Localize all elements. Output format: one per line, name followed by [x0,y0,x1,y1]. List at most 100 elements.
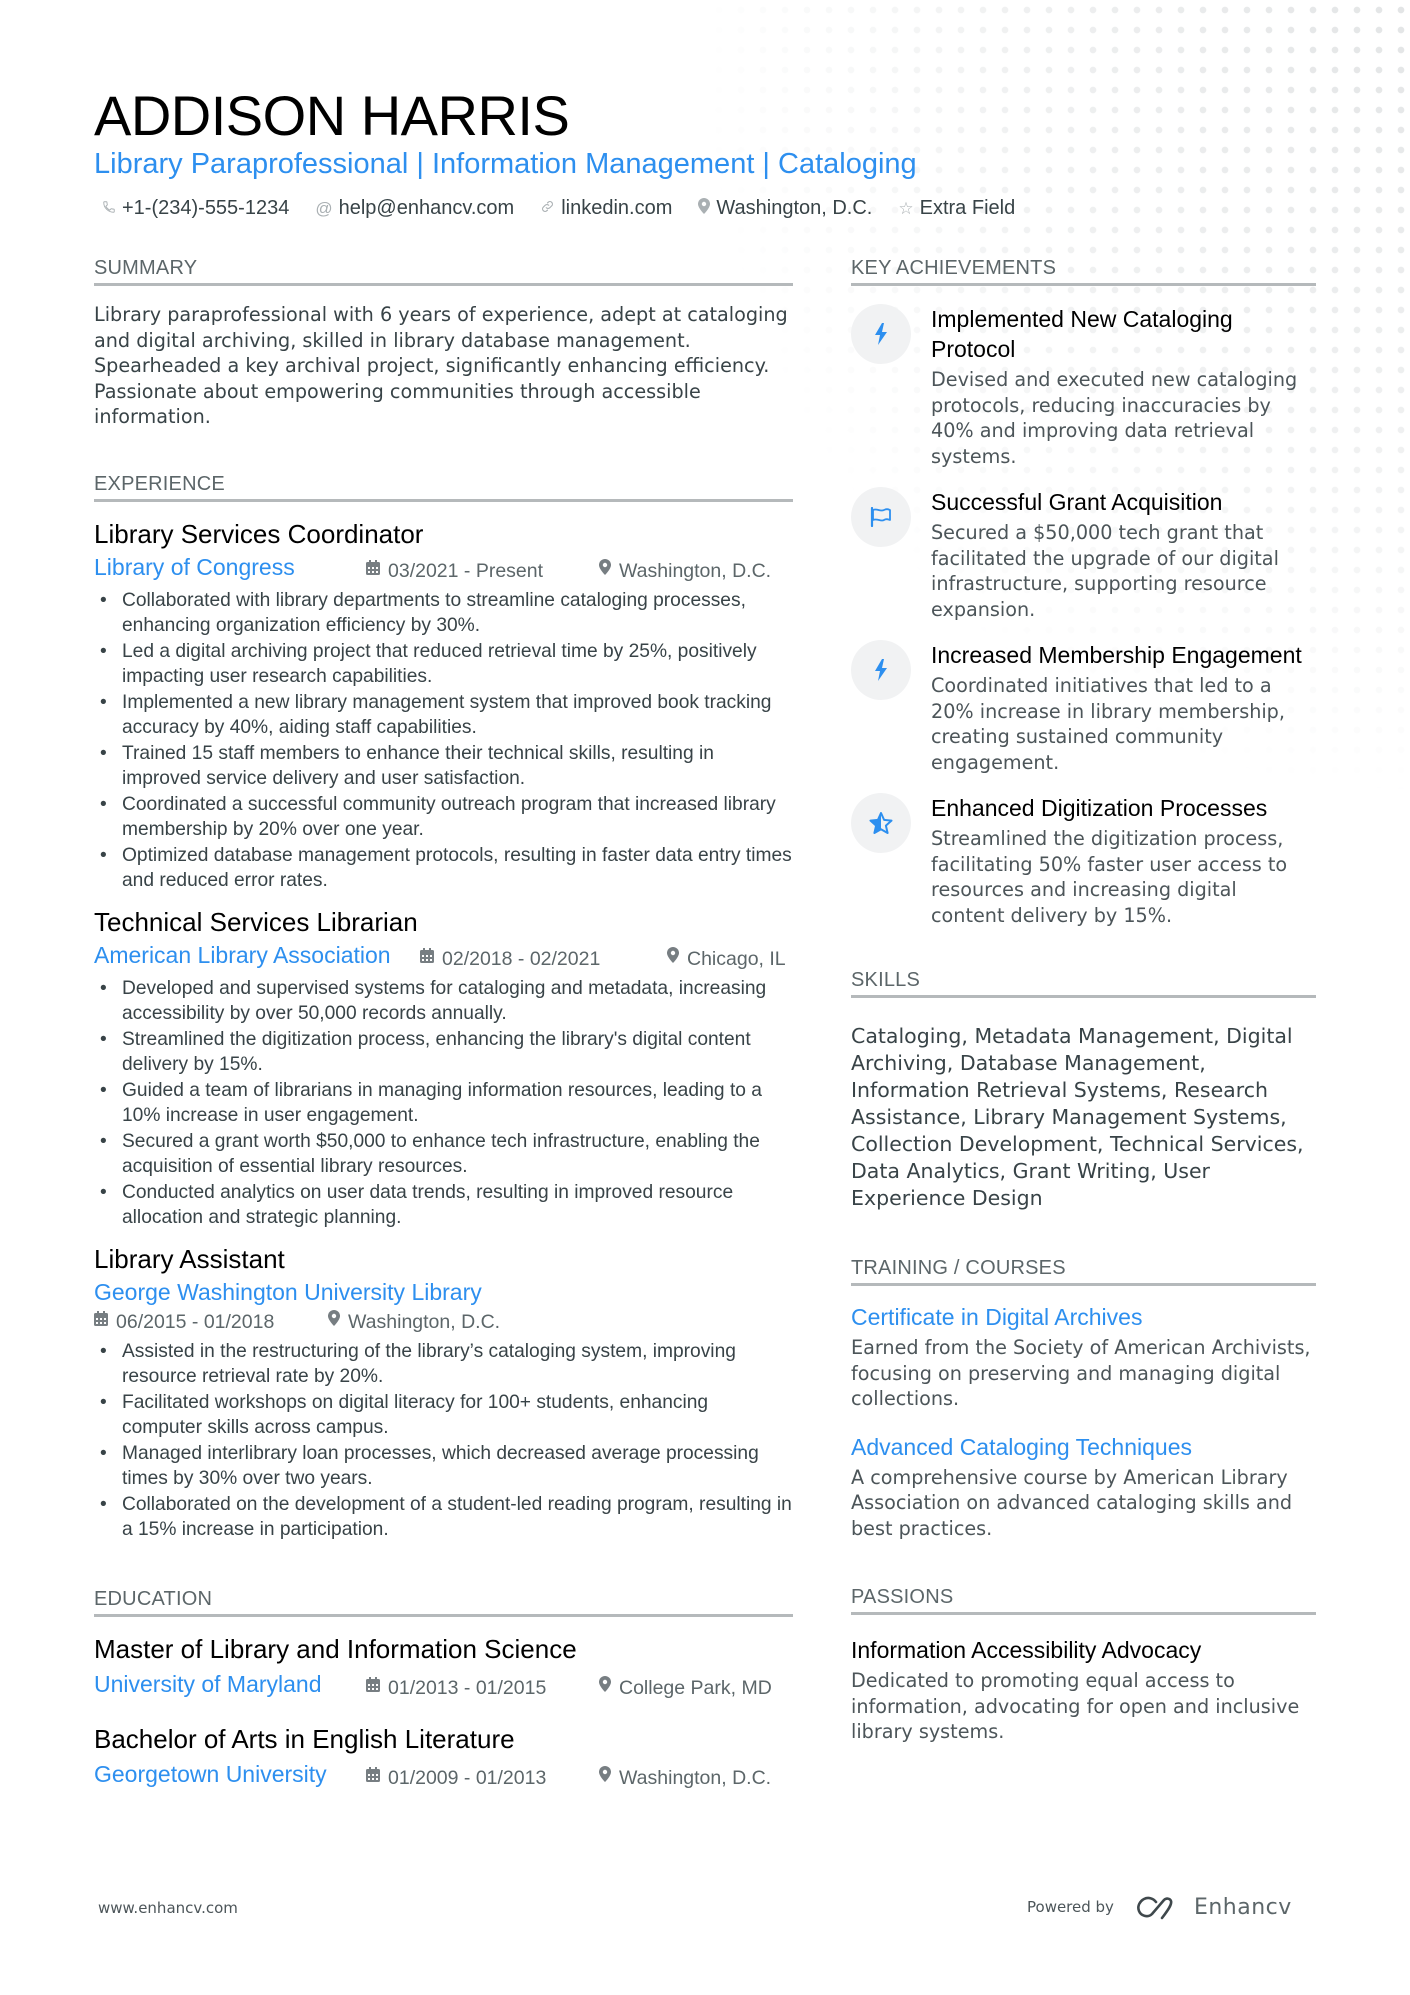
company-name: Library of Congress [94,553,295,580]
contact-phone[interactable]: +1-(234)-555-1234 [102,197,289,220]
experience-entry: Library Assistant George Washington Univ… [94,1243,793,1543]
school-name: Georgetown University [94,1760,327,1787]
achievement-description: Secured a $50,000 tech grant that facili… [931,521,1279,621]
calendar-icon [366,1673,380,1703]
summary-section: SUMMARY Library paraprofessional with 6 … [94,256,793,430]
bullet-item: Implemented a new library management sys… [94,690,793,741]
location-pin-icon [599,556,611,586]
bullet-item: Streamlined the digitization process, en… [94,1027,793,1078]
summary-text: Library paraprofessional with 6 years of… [94,303,788,428]
bullet-item: Conducted analytics on user data trends,… [94,1180,793,1231]
course-item: Advanced Cataloging Techniques A compreh… [851,1432,1316,1542]
job-meta: George Washington University Library [94,1277,793,1307]
degree-title: Bachelor of Arts in English Literature [94,1723,515,1754]
education-location: College Park, MD [599,1673,772,1703]
achievement-item: Successful Grant Acquisition Secured a $… [851,487,1316,622]
education-section: EDUCATION Master of Library and Informat… [94,1587,793,1793]
contact-email[interactable]: @ help@enhancv.com [315,197,514,220]
education-meta: University of Maryland 01/2013 - 01/2015… [94,1669,793,1703]
dates-text: 02/2018 - 02/2021 [442,947,601,970]
location-pin-icon [328,1307,340,1337]
education-entry: Bachelor of Arts in English Literature G… [94,1723,793,1793]
phone-text: +1-(234)-555-1234 [122,197,290,219]
flag-icon [851,487,911,547]
location-text: Washington, D.C. [348,1310,501,1333]
experience-entry: Technical Services Librarian American Li… [94,906,793,1231]
passions-section: PASSIONS Information Accessibility Advoc… [851,1585,1316,1745]
location-pin-icon [667,944,679,974]
enhancv-logo[interactable]: Enhancv [1136,1894,1292,1920]
job-meta: American Library Association 02/2018 - 0… [94,940,793,974]
education-dates: 01/2009 - 01/2013 [366,1763,599,1793]
link-icon [540,199,555,219]
bullet-item: Collaborated on the development of a stu… [94,1492,793,1543]
location-text: College Park, MD [619,1676,772,1699]
email-text: help@enhancv.com [338,197,515,219]
linkedin-text: linkedin.com [561,197,673,219]
bullet-item: Assisted in the restructuring of the lib… [94,1339,793,1390]
skills-section: SKILLS Cataloging, Metadata Management, … [851,968,1316,1212]
location-pin-icon [599,1763,611,1793]
location-text: Chicago, IL [687,947,786,970]
bullet-item: Facilitated workshops on digital literac… [94,1390,793,1441]
star-icon: ☆ [898,198,914,218]
achievement-title: Implemented New Cataloging Protocol [931,306,1233,362]
bolt-icon [851,304,911,364]
experience-section: EXPERIENCE Library Services Coordinator … [94,472,793,1543]
calendar-icon [366,556,380,586]
company-name: George Washington University Library [94,1278,482,1305]
job-dates: 06/2015 - 01/2018 [94,1307,328,1337]
calendar-icon [366,1763,380,1793]
phone-icon [102,199,116,219]
achievement-title: Increased Membership Engagement [931,642,1302,668]
achievement-item: Enhanced Digitization Processes Streamli… [851,793,1316,928]
section-title-education: EDUCATION [94,1587,793,1617]
job-title: Technical Services Librarian [94,906,418,937]
job-dates: 03/2021 - Present [366,556,599,586]
candidate-name: ADDISON HARRIS [94,84,570,147]
location-text: Washington, D.C. [619,1766,772,1789]
achievement-item: Implemented New Cataloging Protocol Devi… [851,304,1316,469]
job-location: Washington, D.C. [328,1307,500,1337]
contact-linkedin[interactable]: linkedin.com [540,197,672,220]
course-description: A comprehensive course by American Libra… [851,1465,1293,1540]
footer-website-link[interactable]: www.enhancv.com [98,1899,238,1917]
education-dates: 01/2013 - 01/2015 [366,1673,599,1703]
training-section: TRAINING / COURSES Certificate in Digita… [851,1256,1316,1541]
job-bullets: Collaborated with library departments to… [94,588,793,894]
skills-list: Cataloging, Metadata Management, Digital… [851,1024,1304,1210]
degree-title: Master of Library and Information Scienc… [94,1633,577,1664]
bullet-item: Coordinated a successful community outre… [94,792,793,843]
dates-text: 03/2021 - Present [388,559,544,582]
section-title-experience: EXPERIENCE [94,472,793,502]
extra-field-text: Extra Field [919,197,1016,219]
section-title-key-achievements: KEY ACHIEVEMENTS [851,256,1316,286]
dates-text: 06/2015 - 01/2018 [116,1310,275,1333]
location-pin-icon [599,1673,611,1703]
achievement-description: Streamlined the digitization process, fa… [931,827,1288,927]
section-title-training-courses: TRAINING / COURSES [851,1256,1316,1286]
education-meta: Georgetown University 01/2009 - 01/2013 … [94,1759,793,1793]
contact-extra-field: ☆ Extra Field [898,197,1015,220]
footer-branding: Powered by Enhancv [1027,1894,1292,1920]
job-dates: 02/2018 - 02/2021 [420,944,667,974]
achievement-title: Successful Grant Acquisition [931,489,1223,515]
bullet-item: Developed and supervised systems for cat… [94,976,793,1027]
location-text: Washington, D.C. [716,197,873,219]
course-description: Earned from the Society of American Arch… [851,1336,1311,1410]
location-text: Washington, D.C. [619,559,772,582]
company-name: American Library Association [94,941,391,968]
candidate-headline: Library Paraprofessional | Information M… [94,148,917,180]
calendar-icon [94,1307,108,1337]
course-title: Certificate in Digital Archives [851,1304,1143,1330]
section-title-skills: SKILLS [851,968,1316,998]
location-pin-icon [698,198,711,219]
enhancv-wordmark: Enhancv [1193,1894,1292,1920]
job-title: Library Assistant [94,1243,285,1274]
achievements-section: KEY ACHIEVEMENTS Implemented New Catalog… [851,256,1316,928]
course-title: Advanced Cataloging Techniques [851,1433,1192,1460]
job-bullets: Assisted in the restructuring of the lib… [94,1339,793,1543]
contact-location: Washington, D.C. [698,197,872,220]
contact-bar: +1-(234)-555-1234 @ help@enhancv.com lin… [102,197,1015,220]
job-location: Chicago, IL [667,944,786,974]
